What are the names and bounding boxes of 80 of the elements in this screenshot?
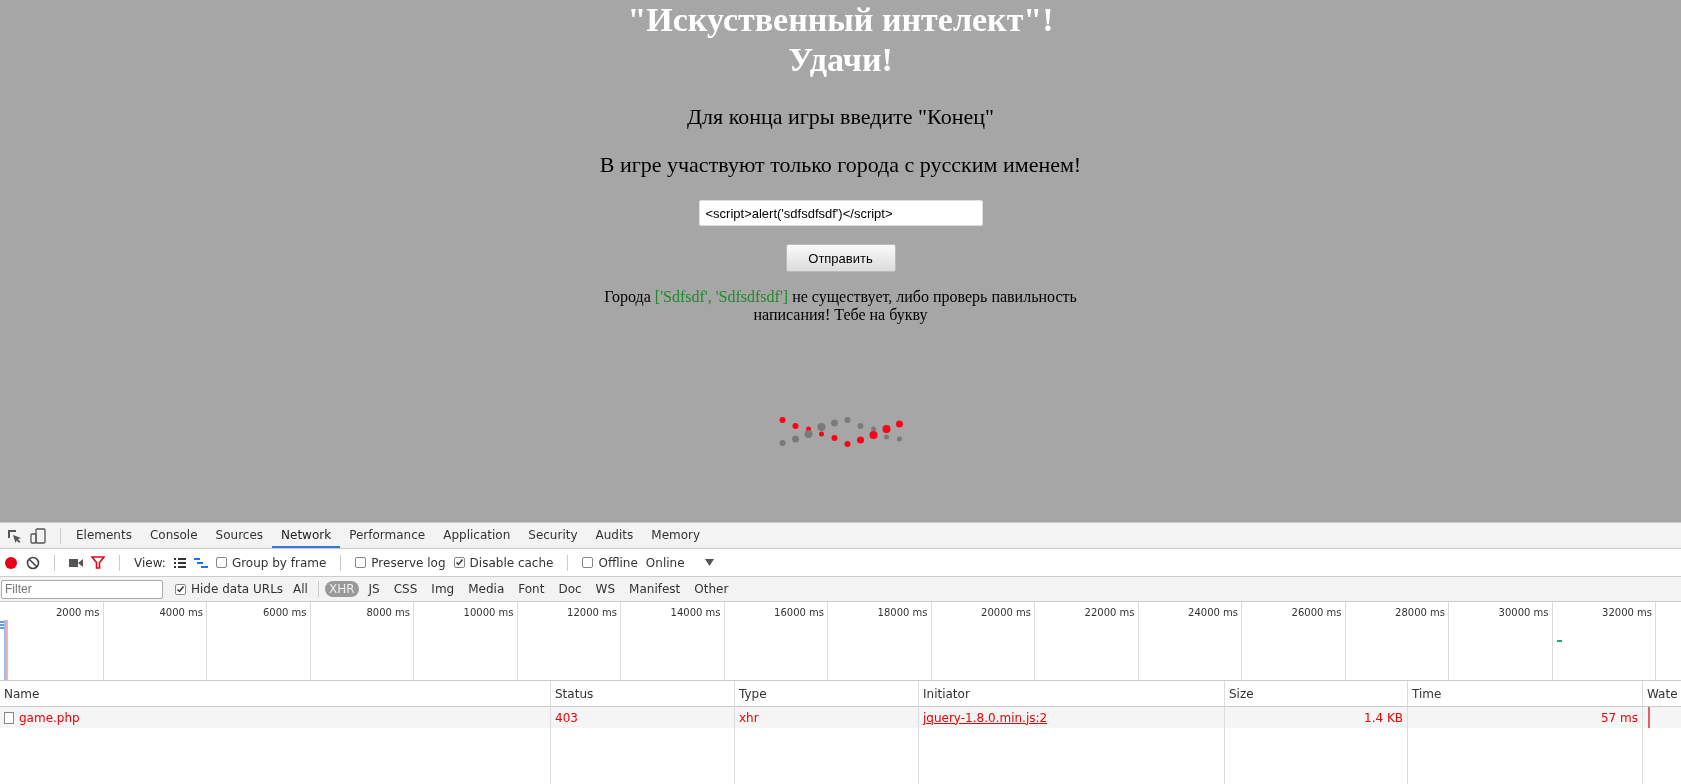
record-icon[interactable] bbox=[4, 555, 18, 570]
devtools-tab[interactable]: Security bbox=[519, 523, 587, 548]
table-cell: xhr bbox=[735, 707, 919, 728]
request-marker-drawing bbox=[1557, 640, 1562, 642]
page-title: Удачи! bbox=[788, 40, 893, 80]
video-camera-icon[interactable] bbox=[69, 557, 83, 568]
column-header[interactable]: Time bbox=[1408, 681, 1643, 706]
throttling-dropdown[interactable]: Online bbox=[645, 555, 685, 570]
waterfall-view-icon[interactable] bbox=[193, 557, 208, 568]
timeline-tick-label: 20000 ms bbox=[981, 607, 1031, 618]
resource-type-filter[interactable]: Other bbox=[690, 581, 733, 597]
table-cell: 57 ms bbox=[1408, 707, 1643, 728]
devtools-tab[interactable]: Application bbox=[434, 523, 520, 548]
resource-type-filter[interactable]: Manifest bbox=[625, 581, 685, 597]
checkbox-label: Group by frame bbox=[231, 555, 327, 570]
result-message: Города ['Sdfsdf', 'Sdfsdfsdf'] не существует, либо проверь павильность написания! Тебе на букву bbox=[603, 288, 1078, 324]
timeline-tick-label: 12000 ms bbox=[567, 607, 617, 618]
column-header[interactable]: Status bbox=[551, 681, 735, 706]
instruction-text: В игре участвуют только города с русским именем! bbox=[599, 152, 1082, 178]
submit-button[interactable]: Отправить bbox=[785, 244, 896, 272]
filter-icon[interactable] bbox=[91, 556, 105, 569]
city-input-field[interactable]: <script>alert('sdfsdfsdf')</script> bbox=[698, 200, 983, 226]
column-header[interactable]: Type bbox=[735, 681, 919, 706]
table-cell: 403 bbox=[551, 707, 735, 728]
checkbox-label: Hide data URLs bbox=[191, 582, 284, 596]
column-header[interactable]: Initiator bbox=[919, 681, 1225, 706]
file-icon bbox=[4, 711, 14, 724]
timeline-tick-label: 10000 ms bbox=[463, 607, 514, 618]
table-cell: 1.4 KB bbox=[1225, 707, 1408, 728]
table-cell[interactable]: game.php bbox=[0, 707, 551, 728]
clear-icon[interactable] bbox=[26, 555, 40, 570]
checkbox-label: Disable cache bbox=[469, 555, 554, 570]
checkbox[interactable] bbox=[355, 557, 367, 568]
resource-type-filter[interactable]: Img bbox=[427, 581, 459, 597]
devtools-tab[interactable]: Console bbox=[140, 523, 207, 548]
timeline-tick-label: 28000 ms bbox=[1395, 607, 1445, 618]
dropdown-caret-icon[interactable] bbox=[704, 559, 714, 566]
view-label: View: bbox=[134, 555, 166, 570]
timeline-tick-label: 8000 ms bbox=[366, 607, 410, 618]
device-toolbar-icon[interactable] bbox=[30, 527, 46, 544]
column-header[interactable]: Wate bbox=[1643, 681, 1681, 706]
timeline-tick-label: 18000 ms bbox=[877, 607, 928, 618]
timeline-tick-label: 6000 ms bbox=[262, 607, 307, 618]
list-view-icon[interactable] bbox=[173, 557, 186, 568]
timeline-tick-label: 32000 ms bbox=[1602, 607, 1652, 618]
checkbox-label: Preserve log bbox=[371, 555, 446, 570]
timeline-tick-label: 22000 ms bbox=[1084, 607, 1135, 618]
devtools-tab[interactable]: Network bbox=[272, 523, 341, 548]
checkbox[interactable] bbox=[175, 583, 186, 595]
column-header[interactable]: Name bbox=[0, 681, 551, 706]
devtools-tab[interactable]: Sources bbox=[206, 523, 273, 548]
filter-input-field[interactable]: Filter bbox=[1, 579, 163, 599]
column-header[interactable]: Size bbox=[1225, 681, 1408, 706]
resource-type-filter[interactable]: WS bbox=[591, 581, 620, 597]
devtools-tab[interactable]: Audits bbox=[586, 523, 643, 548]
timeline-tick-label: 2000 ms bbox=[55, 607, 100, 618]
resource-type-filter[interactable]: CSS bbox=[389, 581, 422, 597]
resource-type-filter[interactable]: Font bbox=[514, 581, 549, 597]
page-title: "Искуственный интелект"! bbox=[627, 0, 1054, 40]
resource-type-filter[interactable]: Doc bbox=[554, 581, 586, 597]
resource-type-filter[interactable]: Media bbox=[464, 581, 509, 597]
timeline-tick-label: 30000 ms bbox=[1498, 607, 1549, 618]
timeline-tick-label: 24000 ms bbox=[1188, 607, 1238, 618]
timeline-tick-label: 4000 ms bbox=[159, 607, 203, 618]
inspect-element-icon[interactable] bbox=[6, 527, 22, 544]
checkbox[interactable] bbox=[215, 557, 227, 568]
timeline-tick-label: 16000 ms bbox=[774, 607, 824, 618]
instruction-text: Для конца игры введите "Конец" bbox=[687, 104, 994, 130]
devtools-tab[interactable]: Memory bbox=[642, 523, 710, 548]
timeline-tick-label: 26000 ms bbox=[1291, 607, 1342, 618]
devtools-tab[interactable]: Performance bbox=[340, 523, 435, 548]
timeline-tick-label: 14000 ms bbox=[670, 607, 721, 618]
resource-type-filter[interactable]: All bbox=[289, 581, 312, 597]
devtools-tab[interactable]: Elements bbox=[67, 523, 141, 548]
checkbox[interactable] bbox=[453, 557, 465, 568]
request-row[interactable]: game.php 403 xhr jquery-1.8.0.min.js:2 1.4 KB 57 ms bbox=[0, 707, 1681, 728]
checkbox[interactable] bbox=[582, 557, 594, 568]
checkbox-label: Offline bbox=[598, 555, 638, 570]
resource-type-filter[interactable]: JS bbox=[364, 581, 384, 597]
initiator-link[interactable]: jquery-1.8.0.min.js:2 bbox=[923, 710, 1048, 725]
